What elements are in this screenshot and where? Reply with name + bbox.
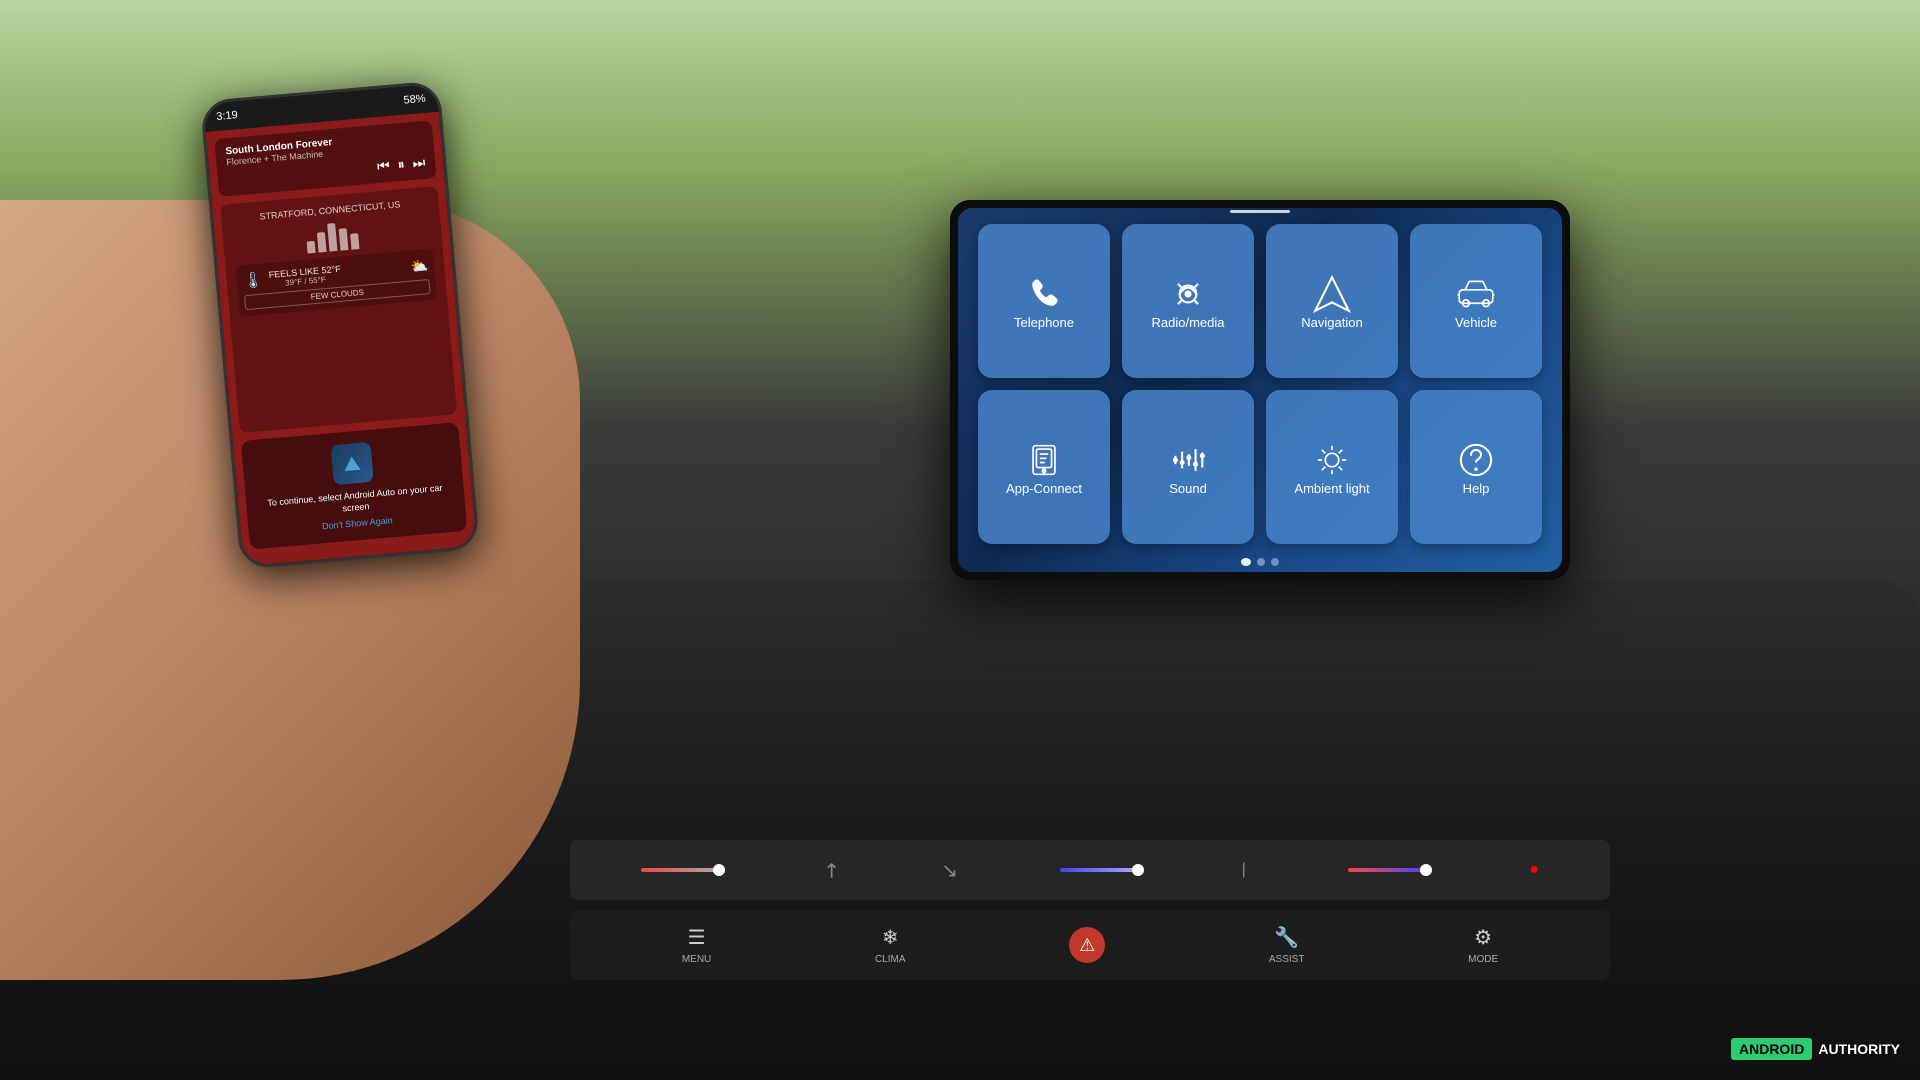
play-icon[interactable]: ⏸ [397, 156, 405, 174]
telephone-icon [1023, 273, 1065, 315]
weather-bar-5 [350, 233, 359, 250]
prev-icon[interactable]: ⏮ [376, 157, 390, 175]
menu-item-appconnect[interactable]: App-Connect [978, 390, 1110, 544]
android-auto-icon [330, 442, 373, 485]
menu-item-vehicle[interactable]: Vehicle [1410, 224, 1542, 378]
sound-label: Sound [1169, 481, 1207, 496]
top-bar-indicator [1230, 210, 1290, 213]
telephone-label: Telephone [1014, 315, 1074, 330]
mode-icon: ⚙ [1474, 925, 1492, 950]
phone-battery: 58% [403, 93, 426, 107]
menu-item-navigation[interactable]: Navigation [1266, 224, 1398, 378]
mode-button[interactable]: ⚙ MODE [1468, 925, 1498, 965]
menu-label: MENU [682, 954, 711, 965]
navigation-icon [1311, 273, 1353, 315]
clima-label: CLIMA [875, 954, 906, 965]
pagination-dots [958, 552, 1562, 572]
menu-item-ambientlight[interactable]: Ambient light [1266, 390, 1398, 544]
car-screen: Telephone Radio/media [958, 208, 1562, 572]
weather-bar-3 [327, 223, 337, 252]
dot-3[interactable] [1271, 558, 1279, 566]
car-menu-grid: Telephone Radio/media [958, 214, 1562, 552]
help-icon [1455, 439, 1497, 481]
watermark-authority-text: AUTHORITY [1818, 1041, 1900, 1057]
menu-button[interactable]: ☰ MENU [682, 925, 711, 965]
phone-music-bar[interactable]: South London Forever Florence + The Mach… [214, 120, 436, 197]
phone-screen: South London Forever Florence + The Mach… [206, 112, 477, 567]
ambientlight-icon [1311, 439, 1353, 481]
hazard-icon: ⚠ [1069, 927, 1105, 963]
android-auto-prompt[interactable]: To continue, select Android Auto on your… [241, 422, 468, 550]
navigation-label: Navigation [1301, 315, 1362, 330]
vehicle-icon [1455, 273, 1497, 315]
assist-button[interactable]: 🔧 ASSIST [1269, 925, 1305, 965]
weather-bar-2 [317, 232, 327, 253]
menu-icon: ☰ [688, 925, 706, 950]
android-auto-arrow-icon [344, 456, 361, 471]
help-label: Help [1463, 481, 1490, 496]
dot-2[interactable] [1257, 558, 1265, 566]
watermark: ANDROID AUTHORITY [1731, 1038, 1900, 1060]
ambientlight-label: Ambient light [1294, 481, 1369, 496]
menu-item-telephone[interactable]: Telephone [978, 224, 1110, 378]
phone-weather-card: STRATFORD, CONNECTICUT, US 🌡 FEELS LIKE … [220, 186, 457, 433]
dot-1[interactable] [1241, 558, 1251, 566]
mode-label: MODE [1468, 954, 1498, 965]
phone-time: 3:19 [216, 109, 238, 123]
clima-button[interactable]: ❄ CLIMA [875, 925, 906, 965]
clima-icon: ❄ [882, 925, 899, 950]
weather-bar-4 [339, 228, 349, 251]
radio-label: Radio/media [1152, 315, 1225, 330]
phone-frame: 3:19 58% South London Forever Florence +… [200, 80, 480, 569]
weather-info: 🌡 FEELS LIKE 52°F 39°F / 55°F ⛅ FEW CLOU… [235, 249, 437, 317]
appconnect-icon [1023, 439, 1065, 481]
assist-label: ASSIST [1269, 954, 1305, 965]
fan-slider[interactable] [1060, 868, 1140, 872]
appconnect-label: App-Connect [1006, 481, 1082, 496]
car-bottom-buttons: ☰ MENU ❄ CLIMA ⚠ 🔧 ASSIST ⚙ MODE [570, 910, 1610, 980]
menu-item-sound[interactable]: Sound [1122, 390, 1254, 544]
vehicle-label: Vehicle [1455, 315, 1497, 330]
watermark-android-text: ANDROID [1731, 1038, 1812, 1060]
temp-slider-right[interactable] [1348, 868, 1428, 872]
hazard-button[interactable]: ⚠ [1069, 927, 1105, 963]
menu-item-radio[interactable]: Radio/media [1122, 224, 1254, 378]
radio-icon [1167, 273, 1209, 315]
temp-slider-left[interactable] [641, 868, 721, 872]
sound-icon [1167, 439, 1209, 481]
car-screen-wrapper: Telephone Radio/media [950, 200, 1570, 580]
weather-bar-1 [307, 241, 316, 254]
climate-sliders: ↗ ↘ | ● [570, 840, 1610, 900]
car-screen-bezel: Telephone Radio/media [950, 200, 1570, 580]
phone: 3:19 58% South London Forever Florence +… [200, 80, 480, 569]
next-icon[interactable]: ⏭ [412, 154, 426, 172]
menu-item-help[interactable]: Help [1410, 390, 1542, 544]
assist-icon: 🔧 [1274, 925, 1299, 950]
